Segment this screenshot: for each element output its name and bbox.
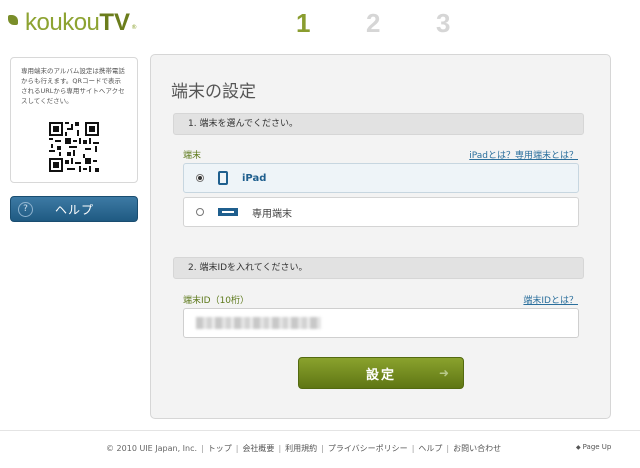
- step-2: 2: [366, 8, 381, 38]
- question-icon: ?: [18, 201, 33, 217]
- logo-tv-text: TV: [99, 9, 131, 36]
- device-field-label: 端末: [183, 151, 202, 161]
- qr-info-box: 専用端末のアルバム設定は携帯電話からも行えます。QRコードで表示されるURLから…: [10, 57, 138, 183]
- device-option-dedicated[interactable]: 専用端末: [183, 197, 579, 227]
- ipad-icon: [218, 171, 228, 185]
- leaf-icon: [8, 15, 18, 25]
- redacted-device-id: [196, 317, 321, 329]
- step-3: 3: [436, 8, 451, 38]
- logo-text: koukou: [25, 9, 100, 36]
- page-up-label: Page Up: [582, 443, 612, 451]
- device-settings-panel: 端末の設定 1. 端末を選んでください。 端末 iPadとは？専用端末とは？ i…: [150, 54, 611, 419]
- radio-ipad[interactable]: [196, 174, 204, 182]
- submit-settings-button[interactable]: 設定 ➜: [298, 357, 464, 389]
- footer-link-terms[interactable]: 利用規約: [285, 443, 317, 454]
- radio-selected-dot: [198, 176, 202, 180]
- help-button-label: ヘルプ: [55, 202, 95, 217]
- footer-link-top[interactable]: トップ: [208, 443, 232, 454]
- device-id-input[interactable]: [183, 308, 579, 338]
- device-option-ipad[interactable]: iPad: [183, 163, 579, 193]
- dedicated-terminal-icon: [218, 208, 238, 216]
- diamond-icon: ◆: [576, 444, 581, 451]
- koukoutv-logo[interactable]: koukou TV ®: [8, 9, 137, 37]
- footer-link-contact[interactable]: お問い合わせ: [453, 443, 501, 454]
- footer-link-company[interactable]: 会社概要: [242, 443, 274, 454]
- footer-link-help[interactable]: ヘルプ: [418, 443, 442, 454]
- dedicated-option-label: 専用端末: [252, 208, 292, 220]
- page-up-link[interactable]: ◆ Page Up: [576, 443, 611, 451]
- ipad-option-label: iPad: [242, 172, 267, 184]
- device-id-field-label: 端末ID（10桁）: [183, 296, 250, 306]
- device-help-link[interactable]: iPadとは？専用端末とは？: [469, 148, 578, 161]
- help-button[interactable]: ? ヘルプ: [10, 196, 138, 222]
- footer-divider: [0, 430, 640, 431]
- step-1: 1: [296, 8, 311, 38]
- registered-mark: ®: [131, 24, 138, 31]
- page-title: 端末の設定: [171, 82, 256, 102]
- qr-code-icon: [49, 122, 99, 172]
- section-2-heading: 2. 端末IDを入れてください。: [173, 257, 584, 279]
- device-id-help-link[interactable]: 端末IDとは？: [523, 293, 578, 306]
- qr-info-text: 専用端末のアルバム設定は携帯電話からも行えます。QRコードで表示されるURLから…: [21, 67, 125, 105]
- footer: © 2010 UIE Japan, Inc. | トップ | 会社概要 | 利用…: [106, 443, 502, 454]
- section-1-heading: 1. 端末を選んでください。: [173, 113, 584, 135]
- submit-button-label: 設定: [365, 367, 396, 383]
- radio-dedicated[interactable]: [196, 208, 204, 216]
- copyright-text: © 2010 UIE Japan, Inc.: [106, 444, 198, 453]
- arrow-right-icon: ➜: [439, 366, 450, 380]
- footer-link-privacy[interactable]: プライバシーポリシー: [328, 443, 408, 454]
- step-indicator: 1 2 3: [296, 8, 506, 39]
